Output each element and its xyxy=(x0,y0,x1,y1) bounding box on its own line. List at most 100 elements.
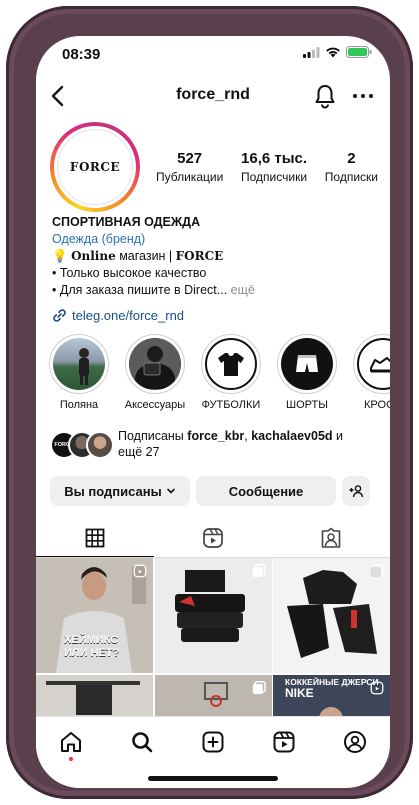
screen: 08:39 force_rnd FORCE 527 Публикации 16,… xyxy=(36,36,390,788)
profile-stats: 527 Публикации 16,6 тыс. Подписчики 2 По… xyxy=(156,150,378,184)
highlight-label: КРОСС xyxy=(364,399,390,411)
home-icon xyxy=(61,732,82,752)
person-with-bag-icon xyxy=(130,339,180,389)
stat-posts-count: 527 xyxy=(177,150,203,167)
highlight-ring xyxy=(49,334,109,394)
avatar-inner: FORCE xyxy=(54,126,136,208)
more-options-icon[interactable] xyxy=(350,83,376,109)
link-icon xyxy=(53,309,66,322)
highlight-thumb-bag xyxy=(129,338,181,390)
shorts-icon xyxy=(296,355,318,372)
status-time: 08:39 xyxy=(62,46,101,63)
mutual-avatar-3 xyxy=(86,431,114,459)
profile-tabs xyxy=(36,520,390,556)
bottom-tab-items xyxy=(36,717,390,761)
stat-posts[interactable]: 527 Публикации xyxy=(156,150,223,184)
message-button-label: Сообщение xyxy=(228,483,304,499)
highlight-thumb-tshirt xyxy=(205,338,257,390)
mutual-prefix: Подписаны xyxy=(118,429,188,443)
mutual-user-2: kachalaev05d xyxy=(251,429,333,443)
post-caption-line-1: ХЕЙМИКС xyxy=(64,634,119,646)
bio-more-link[interactable]: ещё xyxy=(227,283,255,297)
profile-nav-bar: force_rnd xyxy=(36,78,390,114)
chevron-down-icon xyxy=(166,488,175,494)
mutual-followers[interactable]: FORCE Подписаны force_kbr, kachalaev05d … xyxy=(50,428,380,462)
highlight-label: Поляна xyxy=(59,399,99,411)
highlight-polyana[interactable]: Поляна xyxy=(46,334,112,411)
mutual-user-1: force_kbr xyxy=(187,429,245,443)
tagged-person-icon xyxy=(321,527,341,548)
suggest-people-button[interactable] xyxy=(342,476,370,506)
avatar-logo-text: FORCE xyxy=(69,160,121,174)
highlight-ring xyxy=(353,334,390,394)
add-person-icon xyxy=(349,485,364,498)
stat-posts-label: Публикации xyxy=(156,170,224,184)
profile-avatar-story-ring[interactable]: FORCE xyxy=(50,122,140,212)
carousel-indicator-icon xyxy=(252,564,266,577)
profile-link-text: teleg.one/force_rnd xyxy=(72,308,185,323)
highlight-ring xyxy=(125,334,185,394)
highlight-sneakers[interactable]: КРОСС xyxy=(350,334,390,411)
mutual-followers-text: Подписаны force_kbr, kachalaev05d и ещё … xyxy=(118,428,380,460)
nav-search[interactable] xyxy=(127,727,157,757)
person-photo-icon xyxy=(79,348,89,385)
bio-line-3: • Для заказа пишите в Direct... ещё xyxy=(52,282,382,299)
post-thumbnail[interactable] xyxy=(154,558,272,673)
tab-reels[interactable] xyxy=(154,520,272,556)
profile-actions: Вы подписаны Сообщение xyxy=(50,476,376,506)
grid-icon xyxy=(85,528,105,548)
mutual-more: ещё 27 xyxy=(118,445,160,459)
phone-frame: 08:39 force_rnd FORCE 527 Публикации 16,… xyxy=(6,6,413,799)
nav-create[interactable] xyxy=(198,727,228,757)
stat-following[interactable]: 2 Подписки xyxy=(325,150,378,184)
following-button-label: Вы подписаны xyxy=(64,483,162,499)
nav-home[interactable] xyxy=(56,727,86,761)
signal-icon xyxy=(303,46,320,58)
profile-display-name: СПОРТИВНАЯ ОДЕЖДА xyxy=(52,215,201,229)
following-button[interactable]: Вы подписаны xyxy=(50,476,190,506)
reels-icon xyxy=(203,528,223,548)
stat-following-label: Подписки xyxy=(324,170,378,184)
notification-dot xyxy=(69,757,74,761)
notification-bell-icon[interactable] xyxy=(312,83,338,109)
tab-posts-grid[interactable] xyxy=(36,520,154,556)
highlight-thumb-sneaker xyxy=(357,338,390,390)
post-caption-line-2: NIKE xyxy=(285,685,314,700)
highlight-shorts[interactable]: ШОРТЫ xyxy=(274,334,340,411)
tab-tagged[interactable] xyxy=(272,520,390,556)
profile-category[interactable]: Одежда (бренд) xyxy=(52,231,382,248)
create-post-icon xyxy=(202,731,224,753)
stat-followers-label: Подписчики xyxy=(241,170,308,184)
bio-line-1-text: магазин | xyxy=(115,249,176,263)
message-button[interactable]: Сообщение xyxy=(196,476,336,506)
bio-online: Online xyxy=(71,249,116,263)
profile-link[interactable]: teleg.one/force_rnd xyxy=(52,307,382,324)
mutual-avatars: FORCE xyxy=(50,431,116,461)
nav-profile[interactable] xyxy=(340,727,370,757)
highlight-ring xyxy=(277,334,337,394)
search-icon xyxy=(132,732,153,753)
carousel-indicator-icon xyxy=(252,680,266,694)
bio-brand: FORCE xyxy=(175,249,224,263)
highlight-thumb-field xyxy=(53,338,105,390)
highlight-tshirts[interactable]: ФУТБОЛКИ xyxy=(198,334,264,411)
bio-line-3-text: • Для заказа пишите в Direct... xyxy=(52,283,228,297)
profile-avatar: FORCE xyxy=(57,129,133,205)
home-indicator xyxy=(148,776,278,781)
lightbulb-icon: 💡 xyxy=(52,249,68,263)
bottom-tab-bar xyxy=(36,716,390,788)
highlight-ring xyxy=(201,334,261,394)
reel-indicator-icon xyxy=(133,564,147,578)
status-icons xyxy=(303,46,372,58)
stat-followers-count: 16,6 тыс. xyxy=(241,150,308,167)
nav-reels[interactable] xyxy=(269,727,299,757)
post-thumbnail[interactable] xyxy=(273,558,390,673)
stat-following-count: 2 xyxy=(347,150,356,167)
battery-icon xyxy=(346,46,372,58)
post-caption-line-2: ИЛИ НЕТ? xyxy=(64,647,120,659)
highlight-accessories[interactable]: Аксессуары xyxy=(122,334,188,411)
highlight-label: Аксессуары xyxy=(124,399,186,411)
stat-followers[interactable]: 16,6 тыс. Подписчики xyxy=(241,150,307,184)
post-thumbnail[interactable]: ХЕЙМИКС ИЛИ НЕТ? xyxy=(36,558,153,673)
carousel-indicator-icon xyxy=(370,564,384,577)
